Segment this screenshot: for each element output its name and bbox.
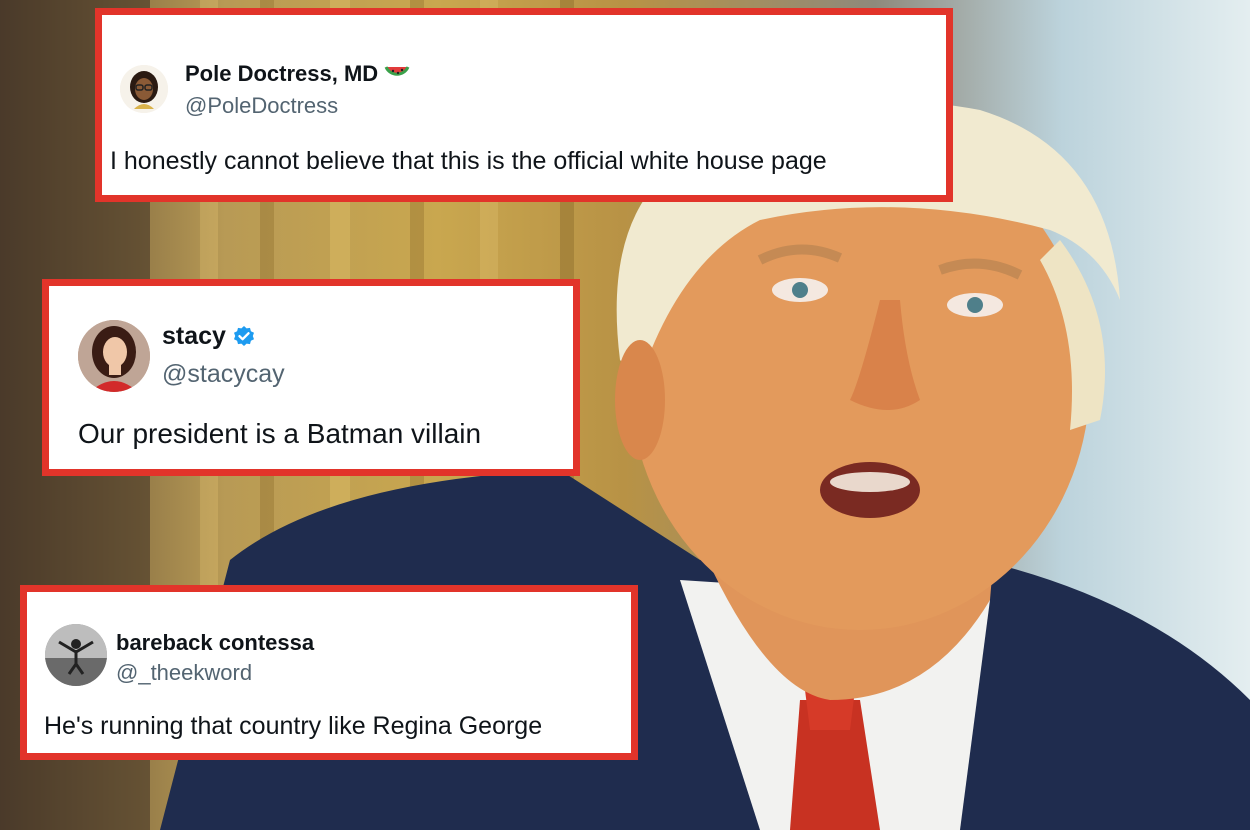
tweet-card: bareback contessa @_theekword He's runni… — [20, 585, 638, 760]
display-name[interactable]: bareback contessa — [116, 630, 314, 656]
avatar[interactable] — [45, 624, 107, 686]
display-name[interactable]: stacy — [162, 322, 256, 351]
display-name[interactable]: Pole Doctress, MD — [185, 61, 410, 87]
avatar[interactable] — [120, 65, 168, 113]
display-name-label: bareback contessa — [116, 630, 315, 655]
tweet-card: stacy @stacycay Our president is a Batma… — [42, 279, 580, 476]
display-name-label: stacy — [162, 322, 226, 350]
user-handle[interactable]: @PoleDoctress — [185, 93, 338, 119]
tweet-text: He's running that country like Regina Ge… — [44, 712, 543, 740]
display-name-label: Pole Doctress, MD — [185, 61, 379, 86]
cartoon-avatar-icon — [120, 65, 168, 113]
watermelon-icon — [384, 66, 410, 76]
tweet-text: I honestly cannot believe that this is t… — [110, 147, 827, 175]
profile-photo-icon — [78, 320, 150, 392]
profile-photo-icon — [45, 624, 107, 686]
tweet-text: Our president is a Batman villain — [78, 418, 482, 449]
verified-badge-icon — [233, 325, 254, 346]
avatar[interactable] — [78, 320, 150, 392]
user-handle[interactable]: @_theekword — [116, 660, 252, 686]
tweet-card: Pole Doctress, MD @PoleDoctress I honest… — [95, 8, 953, 202]
user-handle[interactable]: @stacycay — [162, 360, 285, 389]
